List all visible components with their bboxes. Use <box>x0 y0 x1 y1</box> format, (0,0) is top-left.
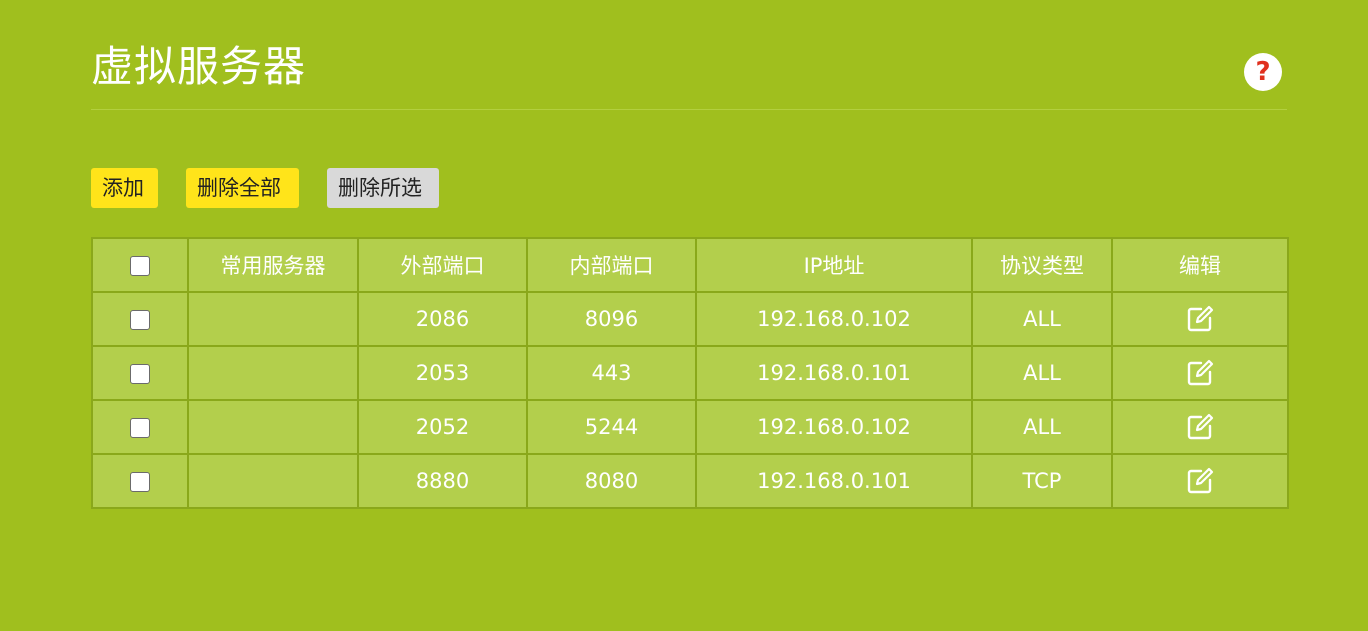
page-title: 虚拟服务器 <box>91 42 307 91</box>
ip-cell: 192.168.0.101 <box>695 345 973 401</box>
edit-icon[interactable] <box>1185 412 1215 442</box>
add-button[interactable]: 添加 <box>91 168 158 208</box>
table-header-row: 常用服务器 外部端口 内部端口 IP地址 协议类型 编辑 <box>91 237 1289 293</box>
ip-cell: 192.168.0.102 <box>695 291 973 347</box>
edit-icon[interactable] <box>1185 358 1215 388</box>
ip-cell: 192.168.0.102 <box>695 399 973 455</box>
internal-port-cell: 5244 <box>526 399 697 455</box>
row-select-cell <box>91 291 189 347</box>
virtual-server-table: 常用服务器 外部端口 内部端口 IP地址 协议类型 编辑 2086 8096 1… <box>91 237 1289 509</box>
service-cell <box>187 453 359 509</box>
delete-all-button[interactable]: 删除全部 <box>186 168 299 208</box>
column-header-edit: 编辑 <box>1111 237 1289 293</box>
column-header-ip: IP地址 <box>695 237 973 293</box>
row-select-cell <box>91 453 189 509</box>
protocol-cell: ALL <box>971 291 1113 347</box>
table-row: 2052 5244 192.168.0.102 ALL <box>91 399 1289 455</box>
column-header-protocol: 协议类型 <box>971 237 1113 293</box>
edit-icon[interactable] <box>1185 304 1215 334</box>
select-all-cell <box>91 237 189 293</box>
column-header-external-port: 外部端口 <box>357 237 528 293</box>
select-all-checkbox[interactable] <box>130 256 150 276</box>
external-port-cell: 2053 <box>357 345 528 401</box>
delete-selected-button[interactable]: 删除所选 <box>327 168 439 208</box>
edit-cell <box>1111 399 1289 455</box>
internal-port-cell: 443 <box>526 345 697 401</box>
column-header-internal-port: 内部端口 <box>526 237 697 293</box>
edit-cell <box>1111 345 1289 401</box>
external-port-cell: 2052 <box>357 399 528 455</box>
protocol-cell: TCP <box>971 453 1113 509</box>
column-header-service: 常用服务器 <box>187 237 359 293</box>
protocol-cell: ALL <box>971 345 1113 401</box>
ip-cell: 192.168.0.101 <box>695 453 973 509</box>
internal-port-cell: 8096 <box>526 291 697 347</box>
row-checkbox[interactable] <box>130 418 150 438</box>
edit-cell <box>1111 453 1289 509</box>
internal-port-cell: 8080 <box>526 453 697 509</box>
row-checkbox[interactable] <box>130 310 150 330</box>
row-select-cell <box>91 345 189 401</box>
row-checkbox[interactable] <box>130 364 150 384</box>
table-row: 2053 443 192.168.0.101 ALL <box>91 345 1289 401</box>
edit-icon[interactable] <box>1185 466 1215 496</box>
help-icon[interactable]: ? <box>1244 53 1282 91</box>
title-divider <box>91 109 1287 110</box>
edit-cell <box>1111 291 1289 347</box>
table-row: 2086 8096 192.168.0.102 ALL <box>91 291 1289 347</box>
row-checkbox[interactable] <box>130 472 150 492</box>
service-cell <box>187 291 359 347</box>
external-port-cell: 2086 <box>357 291 528 347</box>
service-cell <box>187 345 359 401</box>
row-select-cell <box>91 399 189 455</box>
table-row: 8880 8080 192.168.0.101 TCP <box>91 453 1289 509</box>
protocol-cell: ALL <box>971 399 1113 455</box>
external-port-cell: 8880 <box>357 453 528 509</box>
service-cell <box>187 399 359 455</box>
